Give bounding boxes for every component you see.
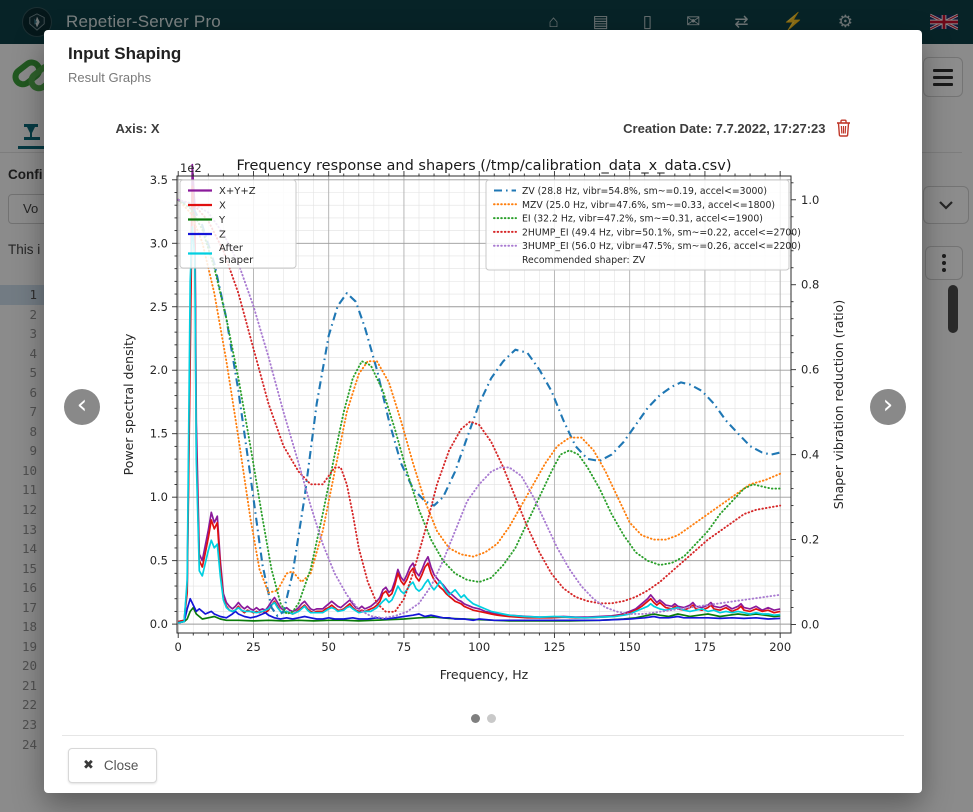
svg-text:Power spectral density: Power spectral density bbox=[121, 333, 136, 475]
svg-text:0.6: 0.6 bbox=[801, 363, 819, 377]
delete-result-button[interactable] bbox=[836, 119, 851, 137]
close-button-label: Close bbox=[104, 758, 139, 773]
svg-text:1.5: 1.5 bbox=[149, 427, 167, 441]
svg-text:0.8: 0.8 bbox=[801, 278, 819, 292]
dialog-header: Input Shaping Result Graphs bbox=[44, 30, 922, 85]
input-shaping-dialog: Input Shaping Result Graphs Axis: X Crea… bbox=[44, 30, 922, 793]
svg-text:After: After bbox=[219, 243, 244, 254]
result-meta-row: Axis: X Creation Date: 7.7.2022, 17:27:2… bbox=[116, 119, 851, 137]
svg-text:125: 125 bbox=[543, 640, 565, 654]
svg-text:1.0: 1.0 bbox=[801, 193, 819, 207]
trash-icon bbox=[836, 119, 851, 137]
svg-text:ZV (28.8 Hz, vibr=54.8%, sm~=0: ZV (28.8 Hz, vibr=54.8%, sm~=0.19, accel… bbox=[522, 186, 767, 197]
svg-text:shaper: shaper bbox=[219, 255, 254, 266]
svg-text:Recommended shaper: ZV: Recommended shaper: ZV bbox=[522, 255, 646, 266]
svg-text:50: 50 bbox=[321, 640, 336, 654]
svg-text:2HUMP_EI (49.4 Hz, vibr=50.1%,: 2HUMP_EI (49.4 Hz, vibr=50.1%, sm~=0.22,… bbox=[522, 227, 801, 238]
close-x-icon: ✖ bbox=[83, 758, 94, 773]
svg-text:175: 175 bbox=[693, 640, 715, 654]
svg-text:0: 0 bbox=[174, 640, 181, 654]
carousel-dots bbox=[44, 714, 922, 723]
svg-text:EI (32.2 Hz, vibr=47.2%, sm~=0: EI (32.2 Hz, vibr=47.2%, sm~=0.31, accel… bbox=[522, 214, 763, 225]
svg-text:2.0: 2.0 bbox=[149, 363, 167, 377]
svg-text:0.4: 0.4 bbox=[801, 448, 819, 462]
svg-text:Z: Z bbox=[219, 230, 226, 241]
svg-text:X: X bbox=[219, 201, 226, 212]
svg-text:Frequency, Hz: Frequency, Hz bbox=[439, 667, 528, 682]
svg-text:3.0: 3.0 bbox=[149, 236, 167, 250]
svg-text:MZV (25.0 Hz, vibr=47.6%, sm~=: MZV (25.0 Hz, vibr=47.6%, sm~=0.33, acce… bbox=[522, 200, 775, 211]
result-chart: 0 25 50 75 100 125 150 175 200 0.0 0.5 1.0 1.5 2.0 2.5… bbox=[116, 145, 851, 697]
svg-text:1.0: 1.0 bbox=[149, 490, 167, 504]
carousel-dot[interactable] bbox=[487, 714, 496, 723]
svg-text:0.2: 0.2 bbox=[801, 533, 819, 547]
carousel-dot[interactable] bbox=[471, 714, 480, 723]
svg-text:0.0: 0.0 bbox=[149, 617, 167, 631]
axis-label: Axis: X bbox=[116, 121, 160, 136]
carousel-next-button[interactable]: › bbox=[870, 389, 906, 425]
svg-text:Y: Y bbox=[218, 215, 226, 226]
dialog-footer: ✖ Close bbox=[44, 736, 922, 795]
svg-text:150: 150 bbox=[618, 640, 640, 654]
close-button[interactable]: ✖ Close bbox=[68, 748, 157, 783]
svg-text:0.0: 0.0 bbox=[801, 618, 819, 632]
svg-text:3.5: 3.5 bbox=[149, 173, 167, 187]
svg-text:0.5: 0.5 bbox=[149, 554, 167, 568]
svg-text:3HUMP_EI (56.0 Hz, vibr=47.5%,: 3HUMP_EI (56.0 Hz, vibr=47.5%, sm~=0.26,… bbox=[522, 241, 801, 252]
svg-text:25: 25 bbox=[246, 640, 261, 654]
svg-text:Shaper vibration reduction (ra: Shaper vibration reduction (ratio) bbox=[831, 300, 846, 510]
svg-text:200: 200 bbox=[769, 640, 791, 654]
svg-text:100: 100 bbox=[468, 640, 490, 654]
svg-text:2.5: 2.5 bbox=[149, 300, 167, 314]
dialog-subtitle: Result Graphs bbox=[68, 70, 898, 85]
result-chart-container: 0 25 50 75 100 125 150 175 200 0.0 0.5 1.0 1.5 2.0 2.5… bbox=[116, 145, 851, 702]
svg-text:75: 75 bbox=[396, 640, 411, 654]
svg-text:Frequency response and shapers: Frequency response and shapers (/tmp/cal… bbox=[236, 158, 731, 174]
svg-text:1e2: 1e2 bbox=[180, 161, 202, 175]
creation-date: Creation Date: 7.7.2022, 17:27:23 bbox=[623, 121, 825, 136]
carousel-prev-button[interactable]: ‹ bbox=[64, 389, 100, 425]
svg-text:X+Y+Z: X+Y+Z bbox=[219, 186, 256, 197]
dialog-title: Input Shaping bbox=[68, 44, 898, 64]
